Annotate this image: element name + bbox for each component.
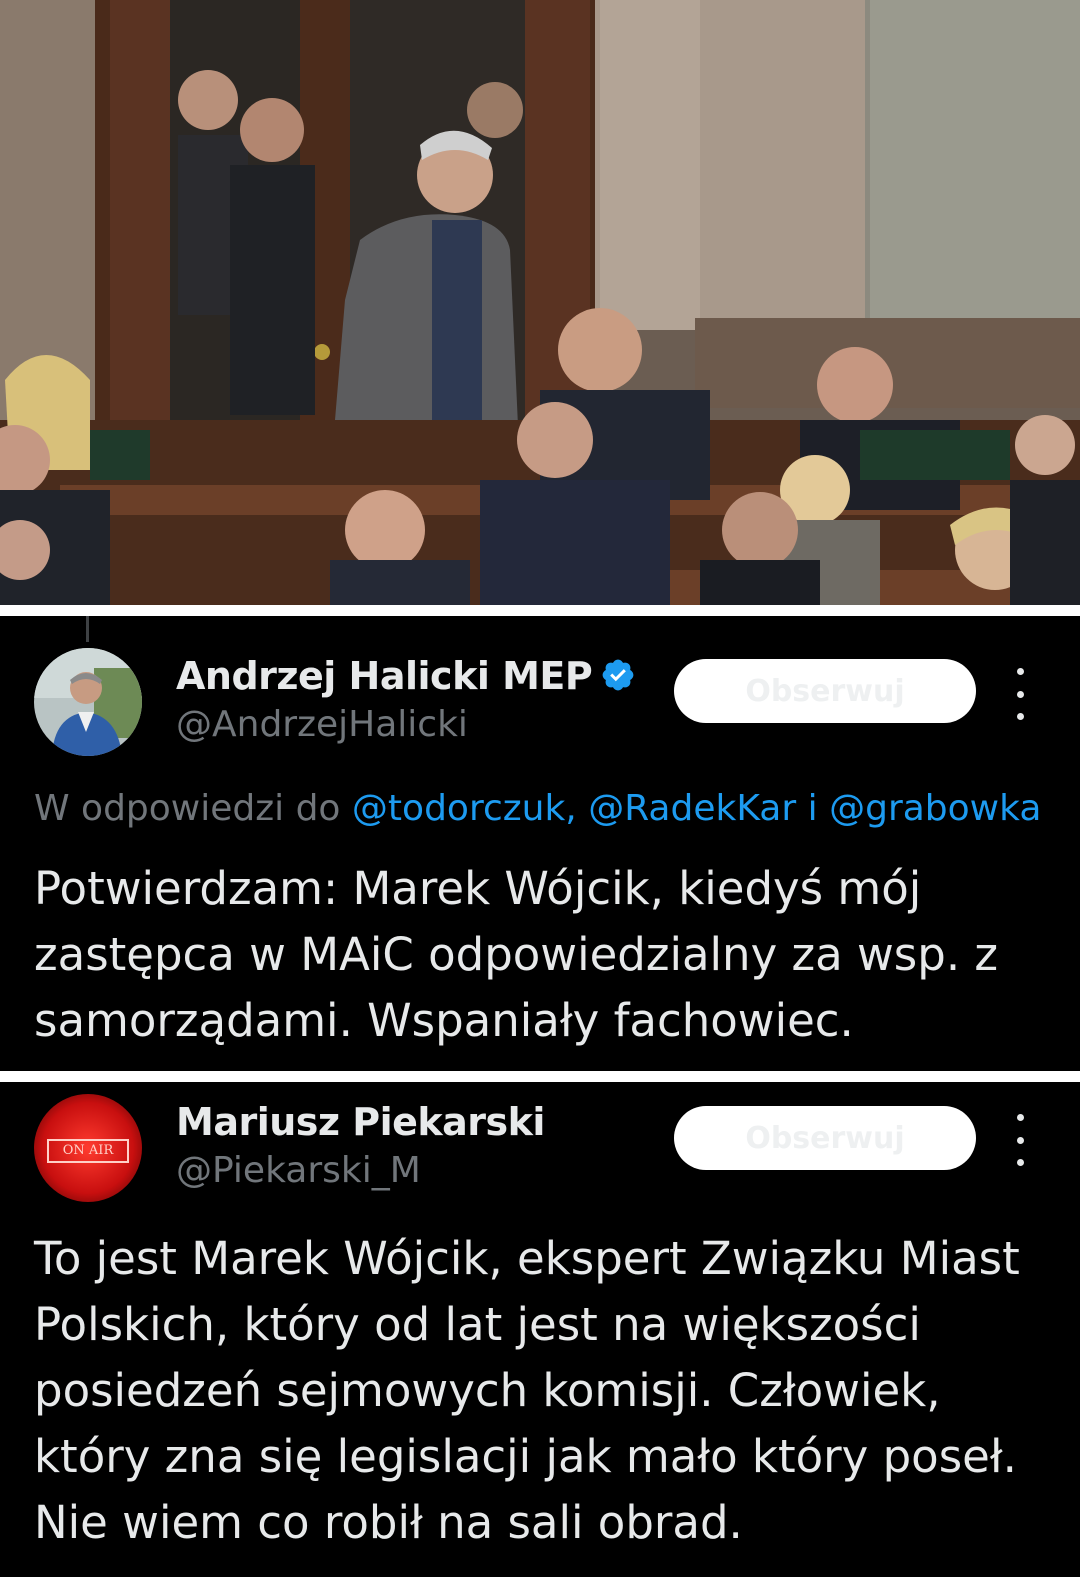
verified-badge-icon xyxy=(602,659,634,690)
display-name-text[interactable]: Andrzej Halicki MEP xyxy=(176,654,593,698)
attached-photo[interactable] xyxy=(0,0,1080,605)
avatar[interactable]: ON AIR xyxy=(34,1094,142,1202)
reply-context: W odpowiedzi do @todorczuk, @RadekKar i … xyxy=(34,788,1041,829)
mention-link[interactable]: @todorczuk, xyxy=(352,788,577,829)
reply-and-text: i xyxy=(807,788,818,829)
thread-connector-line xyxy=(86,616,89,642)
avatar-photo xyxy=(34,648,142,756)
mention-link[interactable]: @grabowka xyxy=(829,788,1041,829)
divider xyxy=(0,605,1080,616)
tweet-card[interactable]: Andrzej Halicki MEP @AndrzejHalicki Obse… xyxy=(0,616,1080,1070)
tweet-text: Potwierdzam: Marek Wójcik, kiedyś mój za… xyxy=(34,862,999,1047)
reply-prefix: W odpowiedzi do xyxy=(34,788,341,829)
follow-button[interactable]: Obserwuj xyxy=(674,659,976,723)
more-options-icon[interactable] xyxy=(1004,1114,1036,1166)
divider xyxy=(0,1071,1080,1082)
display-name[interactable]: Andrzej Halicki MEP xyxy=(176,654,636,698)
avatar[interactable] xyxy=(34,648,142,756)
on-air-sign-text: ON AIR xyxy=(62,1143,114,1158)
more-options-icon[interactable] xyxy=(1004,668,1036,720)
handle[interactable]: @AndrzejHalicki xyxy=(176,704,468,745)
tweet-card[interactable]: ON AIR Mariusz Piekarski @Piekarski_M Ob… xyxy=(0,1082,1080,1577)
parliament-photo-illustration xyxy=(0,0,1080,605)
follow-button[interactable]: Obserwuj xyxy=(674,1106,976,1170)
handle[interactable]: @Piekarski_M xyxy=(176,1150,421,1191)
tweet-text: To jest Marek Wójcik, ekspert Związku Mi… xyxy=(34,1232,1020,1549)
mention-link[interactable]: @RadekKar xyxy=(588,788,796,829)
display-name[interactable]: Mariusz Piekarski xyxy=(176,1100,545,1144)
